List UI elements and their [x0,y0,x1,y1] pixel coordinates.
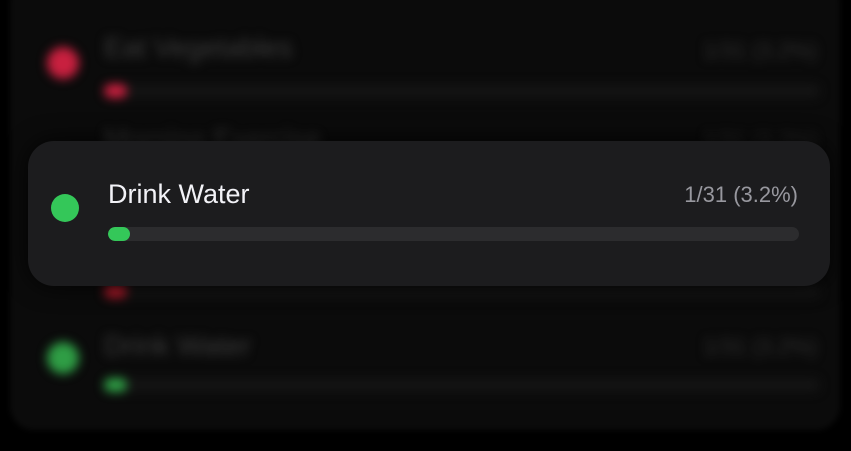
habit-name: Eat Vegetables [104,32,293,63]
habit-color-dot [51,194,79,222]
habit-stat: 1/31 (3.2%) [703,334,817,359]
progress-track [104,378,820,392]
habit-name: Drink Water [104,330,251,361]
habit-color-dot [47,342,79,374]
progress-fill [104,84,127,98]
habit-stat: 1/31 (3.2%) [703,38,817,63]
habit-stat: 1/31 (3.2%) [684,182,798,207]
habit-name: Drink Water [108,179,250,209]
progress-track [108,227,799,241]
progress-track [104,84,820,98]
progress-fill [104,378,127,392]
progress-track [104,284,820,298]
progress-fill [104,284,127,298]
progress-fill [108,227,130,241]
focused-habit-card[interactable]: Drink Water 1/31 (3.2%) [28,141,830,286]
habit-stats-screen: Eat Vegetables 1/31 (3.2%) Morning Exerc… [0,0,851,451]
habit-color-dot [47,47,79,79]
